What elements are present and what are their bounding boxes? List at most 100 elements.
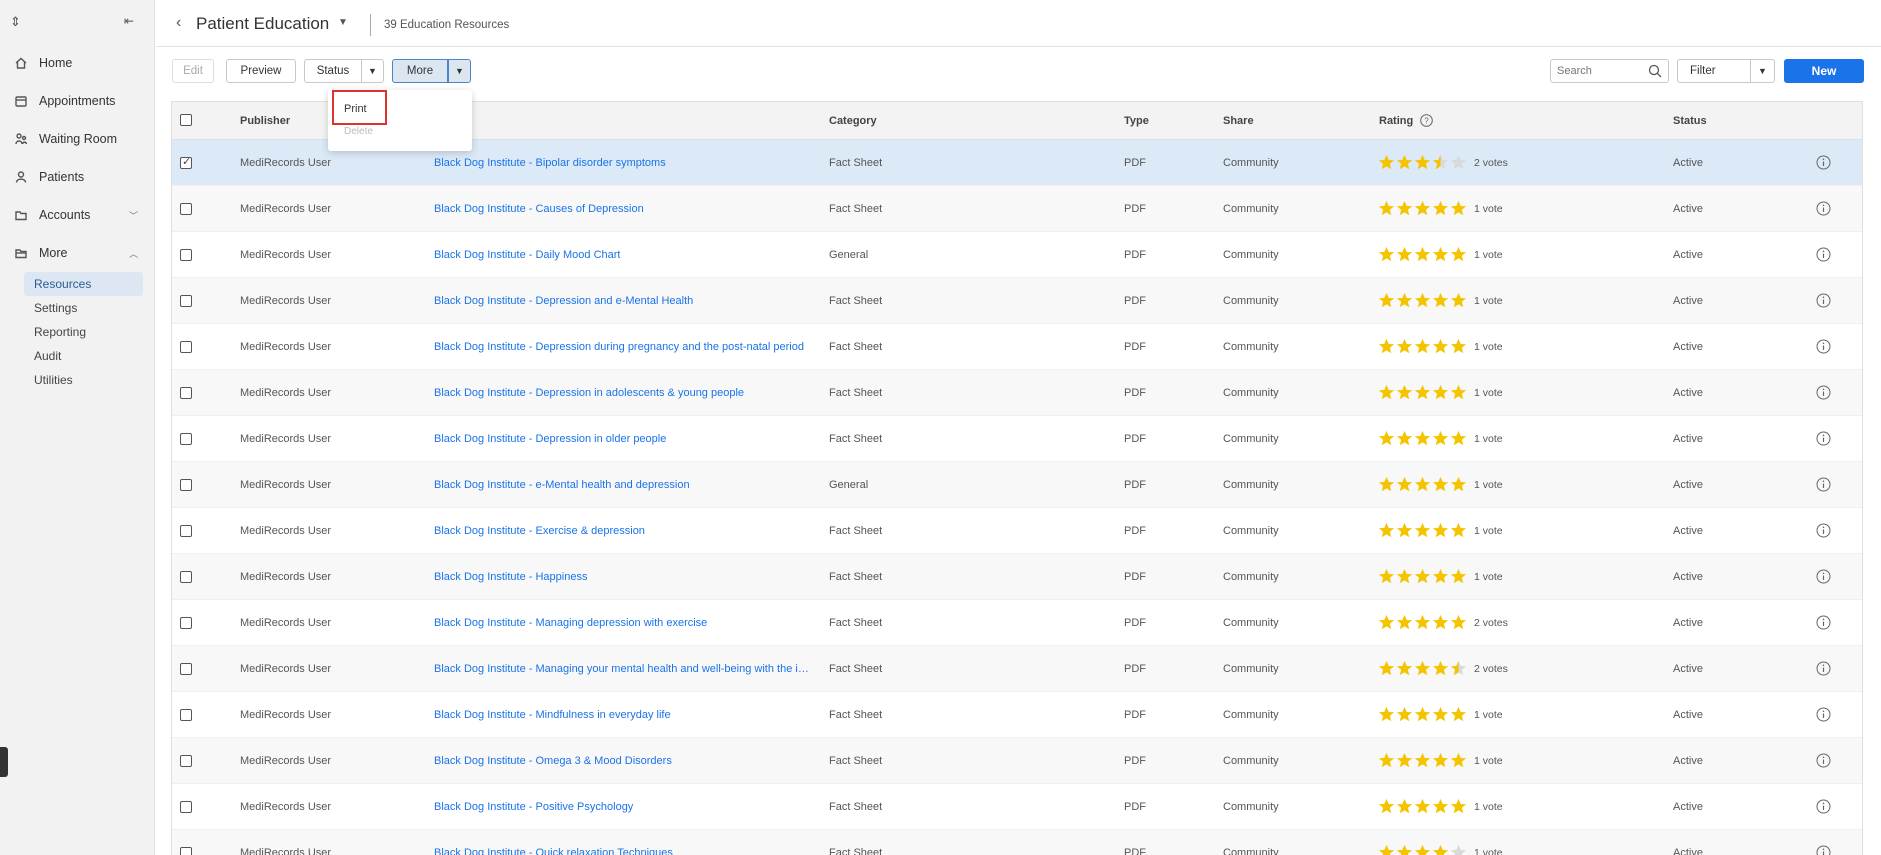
side-tab-handle[interactable] bbox=[0, 747, 8, 777]
row-checkbox[interactable] bbox=[180, 295, 192, 307]
table-row[interactable]: MediRecords User Black Dog Institute - Ma… bbox=[172, 600, 1862, 646]
row-checkbox[interactable] bbox=[180, 433, 192, 445]
row-checkbox[interactable] bbox=[180, 341, 192, 353]
info-icon[interactable] bbox=[1816, 753, 1831, 768]
row-checkbox[interactable] bbox=[180, 387, 192, 399]
row-checkbox[interactable] bbox=[180, 847, 192, 855]
resource-title-link[interactable]: Black Dog Institute - Depression in olde… bbox=[434, 433, 666, 445]
sidebar-sub-item-utilities[interactable]: Utilities bbox=[24, 368, 143, 392]
back-chevron-icon[interactable]: ‹ bbox=[176, 14, 181, 32]
info-icon[interactable] bbox=[1816, 155, 1831, 170]
resource-title-link[interactable]: Black Dog Institute - Depression in adol… bbox=[434, 387, 744, 399]
table-row[interactable]: MediRecords User Black Dog Institute - Ma… bbox=[172, 646, 1862, 692]
row-checkbox[interactable] bbox=[180, 617, 192, 629]
sidebar-item-appointments[interactable]: Appointments bbox=[0, 82, 154, 120]
select-all-checkbox[interactable] bbox=[180, 114, 192, 126]
status-button[interactable]: Status bbox=[304, 59, 362, 83]
info-icon[interactable] bbox=[1816, 845, 1831, 855]
collapse-sidebar-icon[interactable]: ⇤ bbox=[124, 14, 134, 28]
sidebar-item-more[interactable]: More ︿ bbox=[0, 234, 154, 272]
info-icon[interactable] bbox=[1816, 615, 1831, 630]
info-icon[interactable] bbox=[1816, 523, 1831, 538]
row-checkbox[interactable] bbox=[180, 755, 192, 767]
filter-dropdown-toggle[interactable]: ▼ bbox=[1751, 59, 1775, 83]
resource-title-link[interactable]: Black Dog Institute - Exercise & depress… bbox=[434, 525, 645, 537]
info-icon[interactable] bbox=[1816, 385, 1831, 400]
chevron-down-icon[interactable]: ▼ bbox=[338, 17, 348, 28]
edit-button[interactable]: Edit bbox=[172, 59, 214, 83]
info-icon[interactable] bbox=[1816, 293, 1831, 308]
resource-title-link[interactable]: Black Dog Institute - Managing your ment… bbox=[434, 663, 812, 675]
sidebar-sub-item-resources[interactable]: Resources bbox=[24, 272, 143, 296]
info-icon[interactable] bbox=[1816, 707, 1831, 722]
row-checkbox[interactable] bbox=[180, 801, 192, 813]
table-row[interactable]: MediRecords User Black Dog Institute - Mi… bbox=[172, 692, 1862, 738]
resource-title-link[interactable]: Black Dog Institute - Daily Mood Chart bbox=[434, 249, 620, 261]
row-checkbox[interactable] bbox=[180, 663, 192, 675]
resource-title-link[interactable]: Black Dog Institute - Causes of Depressi… bbox=[434, 203, 644, 215]
row-checkbox[interactable] bbox=[180, 155, 192, 169]
resource-title-link[interactable]: Black Dog Institute - Happiness bbox=[434, 571, 587, 583]
resource-title-link[interactable]: Black Dog Institute - Positive Psycholog… bbox=[434, 801, 633, 813]
info-icon[interactable] bbox=[1816, 799, 1831, 814]
resource-title-link[interactable]: Black Dog Institute - Depression and e-M… bbox=[434, 295, 693, 307]
info-icon[interactable] bbox=[1816, 201, 1831, 216]
table-row[interactable]: MediRecords User Black Dog Institute - Ca… bbox=[172, 186, 1862, 232]
resource-title-link[interactable]: Black Dog Institute - e-Mental health an… bbox=[434, 479, 690, 491]
column-header-rating[interactable]: Rating bbox=[1379, 115, 1413, 127]
table-row[interactable]: MediRecords User Black Dog Institute - Om… bbox=[172, 738, 1862, 784]
table-row[interactable]: MediRecords User Black Dog Institute - De… bbox=[172, 370, 1862, 416]
resource-title-link[interactable]: Black Dog Institute - Depression during … bbox=[434, 341, 804, 353]
row-checkbox[interactable] bbox=[180, 525, 192, 537]
new-button[interactable]: New bbox=[1784, 59, 1864, 83]
table-row[interactable]: MediRecords User Black Dog Institute - Da… bbox=[172, 232, 1862, 278]
resource-title-link[interactable]: Black Dog Institute - Bipolar disorder s… bbox=[434, 157, 666, 169]
search-input[interactable] bbox=[1551, 60, 1641, 82]
table-row[interactable]: MediRecords User Black Dog Institute - e-… bbox=[172, 462, 1862, 508]
more-button[interactable]: More bbox=[392, 59, 448, 83]
search-icon[interactable] bbox=[1648, 64, 1662, 78]
column-header-status[interactable]: Status bbox=[1673, 115, 1707, 127]
sidebar-sub-item-settings[interactable]: Settings bbox=[24, 296, 143, 320]
resource-title-link[interactable]: Black Dog Institute - Quick relaxation T… bbox=[434, 847, 673, 855]
row-checkbox[interactable] bbox=[180, 203, 192, 215]
info-icon[interactable] bbox=[1816, 431, 1831, 446]
resource-title-link[interactable]: Black Dog Institute - Managing depressio… bbox=[434, 617, 707, 629]
info-icon[interactable] bbox=[1816, 339, 1831, 354]
column-header-category[interactable]: Category bbox=[829, 115, 877, 127]
page-title[interactable]: Patient Education bbox=[196, 14, 329, 34]
column-header-publisher[interactable]: Publisher bbox=[240, 115, 290, 127]
row-checkbox[interactable] bbox=[180, 709, 192, 721]
table-row[interactable]: MediRecords User Black Dog Institute - Po… bbox=[172, 784, 1862, 830]
sidebar-sub-item-audit[interactable]: Audit bbox=[24, 344, 143, 368]
info-icon[interactable] bbox=[1816, 477, 1831, 492]
sidebar-item-waiting-room[interactable]: Waiting Room bbox=[0, 120, 154, 158]
sidebar-item-accounts[interactable]: Accounts ﹀ bbox=[0, 196, 154, 234]
column-header-share[interactable]: Share bbox=[1223, 115, 1254, 127]
table-row[interactable]: MediRecords User Black Dog Institute - De… bbox=[172, 416, 1862, 462]
row-checkbox[interactable] bbox=[180, 571, 192, 583]
column-header-type[interactable]: Type bbox=[1124, 115, 1149, 127]
sidebar-item-home[interactable]: Home bbox=[0, 44, 154, 82]
table-row[interactable]: MediRecords User Black Dog Institute - De… bbox=[172, 324, 1862, 370]
filter-button[interactable]: Filter bbox=[1677, 59, 1751, 83]
row-checkbox[interactable] bbox=[180, 479, 192, 491]
help-icon[interactable]: ? bbox=[1420, 114, 1433, 127]
preview-button[interactable]: Preview bbox=[226, 59, 296, 83]
chevron-up-icon[interactable]: ︿ bbox=[129, 247, 138, 260]
table-row[interactable]: MediRecords User Black Dog Institute - Qu… bbox=[172, 830, 1862, 855]
resource-title-link[interactable]: Black Dog Institute - Omega 3 & Mood Dis… bbox=[434, 755, 672, 767]
sidebar-item-patients[interactable]: Patients bbox=[0, 158, 154, 196]
info-icon[interactable] bbox=[1816, 569, 1831, 584]
info-icon[interactable] bbox=[1816, 247, 1831, 262]
status-dropdown-toggle[interactable]: ▼ bbox=[362, 59, 384, 83]
row-checkbox[interactable] bbox=[180, 249, 192, 261]
table-row[interactable]: MediRecords User Black Dog Institute - Ex… bbox=[172, 508, 1862, 554]
table-row[interactable]: MediRecords User Black Dog Institute - Ha… bbox=[172, 554, 1862, 600]
info-icon[interactable] bbox=[1816, 661, 1831, 676]
table-row[interactable]: MediRecords User Black Dog Institute - De… bbox=[172, 278, 1862, 324]
more-dropdown-toggle[interactable]: ▼ bbox=[448, 59, 471, 83]
switch-context-icon[interactable]: ⇕ bbox=[10, 14, 21, 30]
resource-title-link[interactable]: Black Dog Institute - Mindfulness in eve… bbox=[434, 709, 671, 721]
sidebar-sub-item-reporting[interactable]: Reporting bbox=[24, 320, 143, 344]
